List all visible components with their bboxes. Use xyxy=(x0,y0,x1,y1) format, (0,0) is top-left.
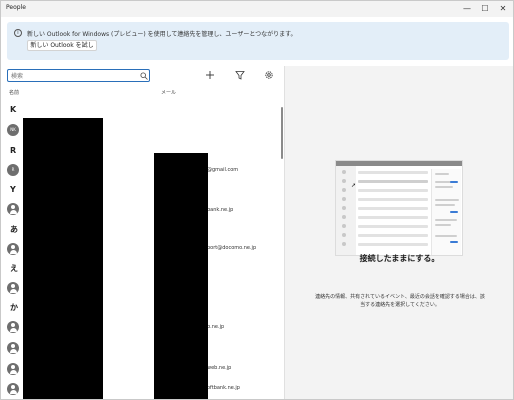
group-letter-e: え xyxy=(10,264,18,273)
avatar[interactable] xyxy=(7,363,19,375)
avatar[interactable] xyxy=(7,383,19,395)
contact-email[interactable]: bank.ne.jp xyxy=(207,207,233,213)
avatar[interactable]: R xyxy=(7,164,19,176)
title-bar: People — ☐ ✕ xyxy=(1,1,513,17)
group-letter-y: Y xyxy=(10,185,16,194)
outlook-promo-banner: i 新しい Outlook for Windows (プレビュー) を使用して連… xyxy=(7,22,509,60)
avatar[interactable] xyxy=(7,321,19,333)
redaction-block xyxy=(23,118,103,399)
app-title: People xyxy=(6,4,26,11)
banner-text: 新しい Outlook for Windows (プレビュー) を使用して連絡先… xyxy=(27,31,297,38)
contact-email[interactable]: port@docomo.ne.jp xyxy=(207,245,256,251)
pane-title: 接続したままにする。 xyxy=(359,254,440,263)
avatar[interactable]: NK xyxy=(7,124,19,136)
contact-detail-pane: ➚ 接続したままにする。 連絡先の情報、共有されているイベント、最近の会話を確認… xyxy=(285,66,513,399)
plus-icon[interactable] xyxy=(204,69,216,81)
contact-email[interactable]: b.ne.jp xyxy=(207,324,224,330)
group-letter-r: R xyxy=(10,146,17,155)
people-window: People — ☐ ✕ i 新しい Outlook for Windows (… xyxy=(0,0,514,400)
contact-email[interactable]: web.ne.jp xyxy=(207,365,231,371)
person-icon xyxy=(11,385,15,389)
preview-illustration: ➚ xyxy=(335,160,463,256)
person-icon xyxy=(11,205,15,209)
info-icon: i xyxy=(14,29,22,37)
avatar[interactable] xyxy=(7,342,19,354)
avatar[interactable] xyxy=(7,203,19,215)
person-icon xyxy=(11,284,15,288)
filter-icon[interactable] xyxy=(234,69,246,81)
person-icon xyxy=(11,365,15,369)
avatar[interactable] xyxy=(7,243,19,255)
person-icon xyxy=(11,245,15,249)
redaction-block xyxy=(154,153,208,399)
avatar[interactable] xyxy=(7,282,19,294)
close-button[interactable]: ✕ xyxy=(494,1,512,17)
list-scrollbar[interactable] xyxy=(281,107,283,159)
person-icon xyxy=(11,323,15,327)
contact-email[interactable]: oftbank.ne.jp xyxy=(207,385,240,391)
email-column-header[interactable]: メール xyxy=(161,89,176,96)
pane-description: 連絡先の情報、共有されているイベント、最近の会話を確認する場合は、該当する連絡先… xyxy=(315,294,485,308)
minimize-button[interactable]: — xyxy=(458,1,476,17)
cursor-icon: ➚ xyxy=(351,182,357,189)
try-new-outlook-button[interactable]: 新しい Outlook を試して xyxy=(27,40,97,51)
group-letter-a: あ xyxy=(10,225,18,234)
search-icon[interactable] xyxy=(140,72,148,80)
person-icon xyxy=(11,344,15,348)
search-input[interactable] xyxy=(11,71,131,81)
search-box[interactable] xyxy=(7,69,150,82)
group-letter-ka: か xyxy=(10,303,18,312)
gear-icon[interactable] xyxy=(263,69,275,81)
maximize-button[interactable]: ☐ xyxy=(476,1,494,17)
group-letter-k: K xyxy=(10,105,17,114)
contact-email[interactable]: @gmail.com xyxy=(207,167,238,173)
name-column-header[interactable]: 名前 xyxy=(9,89,19,96)
